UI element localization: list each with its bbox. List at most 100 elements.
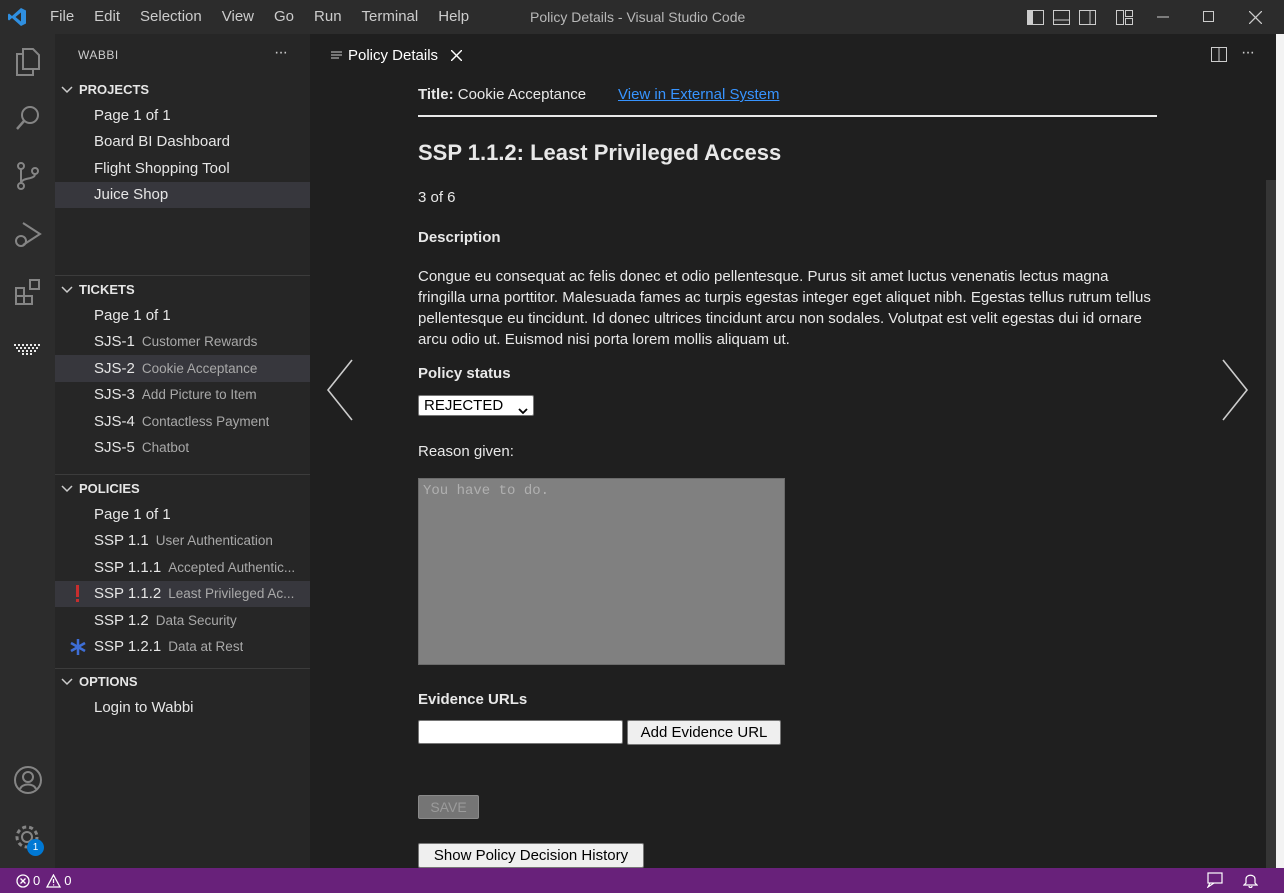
policy-details-view: Title: Cookie Acceptance View in Externa… (310, 76, 1274, 868)
preview-lines-icon (331, 51, 342, 61)
ticket-item-selected[interactable]: SJS-2 Cookie Acceptance (55, 355, 310, 382)
policy-id: SSP 1.1 (94, 532, 149, 550)
policy-status-select[interactable]: REJECTED (418, 395, 534, 416)
manage-gear-icon[interactable]: 1 (0, 812, 55, 864)
previous-policy-arrow-icon[interactable] (326, 359, 354, 426)
explorer-icon[interactable] (0, 36, 55, 88)
add-evidence-url-button[interactable]: Add Evidence URL (627, 720, 781, 745)
ticket-item[interactable]: SJS-4 Contactless Payment (55, 408, 310, 435)
evidence-url-input[interactable] (418, 720, 623, 744)
minimize-icon[interactable] (1148, 0, 1178, 34)
warning-count: 0 (64, 873, 72, 888)
reason-placeholder: You have to do. (423, 483, 550, 499)
maximize-icon[interactable] (1194, 0, 1224, 34)
options-header[interactable]: OPTIONS (55, 668, 310, 694)
asterisk-marker-icon (69, 638, 87, 660)
policy-item[interactable]: SSP 1.2.2 (55, 660, 310, 668)
feedback-icon[interactable] (1206, 872, 1224, 891)
next-policy-arrow-icon[interactable] (1221, 359, 1249, 426)
menu-selection[interactable]: Selection (130, 0, 212, 34)
ticket-name: Cookie Acceptance (141, 360, 258, 376)
policy-item[interactable]: SSP 1.1.1 Accepted Authentic... (55, 554, 310, 581)
policy-name: Data Security (155, 612, 237, 628)
menu-bar: File Edit Selection View Go Run Terminal… (40, 0, 479, 34)
editor-scrollbar[interactable] (1266, 180, 1276, 868)
tickets-page-indicator: Page 1 of 1 (94, 306, 171, 324)
split-editor-icon[interactable] (1211, 47, 1227, 67)
menu-terminal[interactable]: Terminal (352, 0, 429, 34)
login-option[interactable]: Login to Wabbi (55, 694, 310, 721)
policies-page-indicator: Page 1 of 1 (94, 505, 171, 523)
run-debug-icon[interactable] (0, 208, 55, 260)
ticket-name: Add Picture to Item (141, 387, 257, 403)
project-item[interactable]: Board BI Dashboard (55, 129, 310, 156)
sidebar: WABBI ··· PROJECTS Page 1 of 1 Board BI … (55, 34, 310, 868)
reason-label: Reason given: (418, 443, 514, 460)
title-row: Title: Cookie Acceptance View in Externa… (418, 86, 1158, 106)
error-marker-icon (76, 584, 79, 602)
tickets-title: TICKETS (79, 281, 135, 297)
tab-policy-details[interactable]: Policy Details (310, 34, 473, 76)
policy-item-selected[interactable]: SSP 1.1.2 Least Privileged Ac... (55, 580, 310, 607)
policy-item[interactable]: SSP 1.2 Data Security (55, 607, 310, 634)
source-control-icon[interactable] (0, 150, 55, 202)
settings-badge: 1 (27, 839, 44, 856)
policies-header[interactable]: POLICIES (55, 475, 310, 501)
wabbi-icon[interactable] (0, 324, 55, 376)
menu-go[interactable]: Go (264, 0, 304, 34)
vscode-logo-icon (0, 0, 34, 34)
toggle-panel-icon[interactable] (1050, 0, 1072, 34)
error-count: 0 (33, 873, 41, 888)
options-title: OPTIONS (79, 673, 138, 689)
tab-close-icon[interactable] (451, 50, 463, 61)
toggle-primary-sidebar-icon[interactable] (1024, 0, 1046, 34)
search-icon[interactable] (0, 92, 55, 144)
policy-item[interactable]: SSP 1.1 User Authentication (55, 528, 310, 555)
evidence-urls-label: Evidence URLs (418, 691, 528, 708)
toggle-secondary-sidebar-icon[interactable] (1076, 0, 1098, 34)
policy-status-label: Policy status (418, 365, 511, 382)
status-bar: 0 0 (0, 868, 1284, 893)
save-button[interactable]: SAVE (418, 795, 479, 819)
more-actions-icon[interactable]: ··· (274, 44, 288, 62)
description-label: Description (418, 229, 501, 246)
ticket-item[interactable]: SJS-3 Add Picture to Item (55, 382, 310, 409)
show-history-button[interactable]: Show Policy Decision History (418, 843, 644, 868)
description-text: Congue eu consequat ac felis donec et od… (418, 268, 1151, 348)
projects-title: PROJECTS (79, 81, 150, 97)
menu-run[interactable]: Run (304, 0, 352, 34)
menu-help[interactable]: Help (428, 0, 479, 34)
tickets-header[interactable]: TICKETS (55, 276, 310, 302)
notifications-bell-icon[interactable] (1242, 872, 1259, 891)
title-value: Cookie Acceptance (457, 86, 587, 103)
warning-icon (46, 873, 62, 888)
extensions-icon[interactable] (0, 266, 55, 318)
project-item[interactable]: Flight Shopping Tool (55, 155, 310, 182)
ticket-item[interactable]: SJS-1 Customer Rewards (55, 329, 310, 356)
errors-indicator[interactable]: 0 0 (16, 873, 71, 888)
ticket-name: Customer Rewards (141, 334, 258, 350)
policy-id: SSP 1.1.1 (94, 558, 162, 576)
chevron-down-icon (61, 282, 79, 297)
chevron-down-icon (518, 402, 528, 419)
external-system-link[interactable]: View in External System (618, 86, 779, 103)
ticket-id: SJS-2 (94, 359, 135, 377)
tab-label: Policy Details (348, 47, 439, 64)
customize-layout-icon[interactable] (1113, 0, 1135, 34)
window-right-edge (1276, 34, 1284, 868)
menu-file[interactable]: File (40, 0, 84, 34)
projects-page-indicator: Page 1 of 1 (94, 106, 171, 124)
menu-edit[interactable]: Edit (84, 0, 130, 34)
editor-more-actions-icon[interactable]: ··· (1241, 44, 1255, 62)
close-window-icon[interactable] (1240, 0, 1270, 34)
project-item-selected[interactable]: Juice Shop (55, 181, 310, 208)
policy-item[interactable]: SSP 1.2.1 Data at Rest (55, 634, 310, 661)
ticket-name: Contactless Payment (141, 413, 270, 429)
ticket-name: Chatbot (141, 440, 190, 456)
account-icon[interactable] (0, 754, 55, 806)
reason-textarea[interactable]: You have to do. (418, 478, 785, 665)
ticket-item[interactable]: SJS-5 Chatbot (55, 435, 310, 462)
projects-header[interactable]: PROJECTS (55, 76, 310, 102)
policy-heading: SSP 1.1.2: Least Privileged Access (418, 140, 782, 165)
menu-view[interactable]: View (212, 0, 264, 34)
